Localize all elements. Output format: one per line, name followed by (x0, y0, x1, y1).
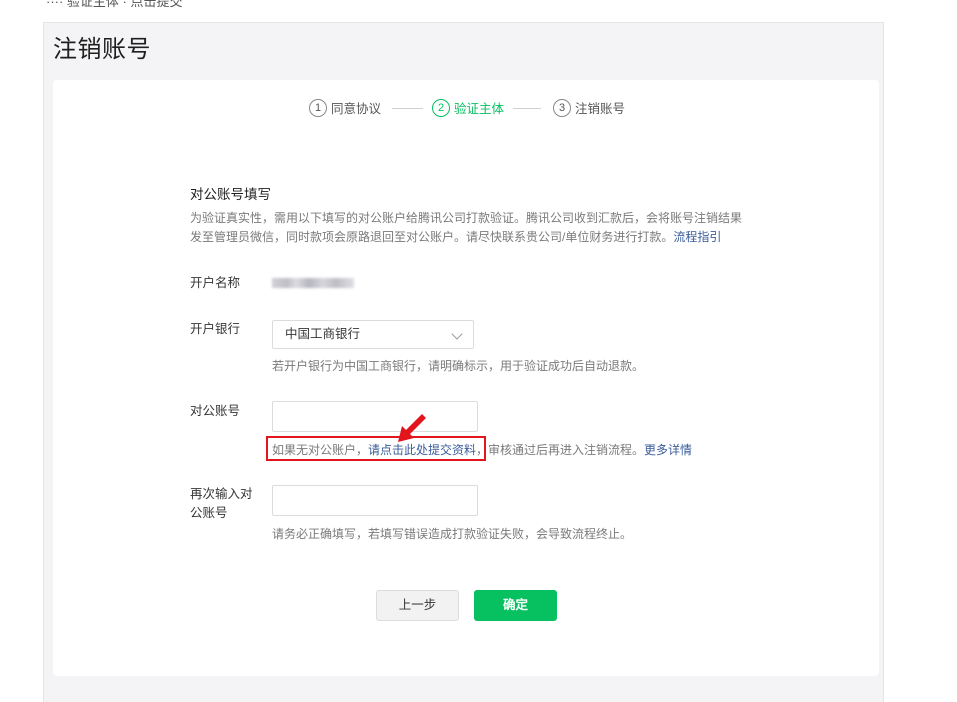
confirm-account-input[interactable] (272, 485, 478, 516)
step-label: 验证主体 (454, 102, 505, 116)
confirm-hint: 请务必正确填写，若填写错误造成打款验证失败，会导致流程终止。 (272, 527, 633, 541)
step-number: 3 (553, 98, 571, 117)
submit-materials-link[interactable]: 请点击此处提交资料 (368, 443, 476, 457)
account-number-label: 对公账号 (190, 404, 241, 418)
form-card (53, 80, 879, 676)
confirm-account-label-line2: 公账号 (190, 506, 228, 520)
account-name-value-blurred (272, 278, 354, 288)
step-number: 1 (309, 98, 327, 117)
confirm-button[interactable]: 确定 (474, 590, 557, 621)
bank-select[interactable]: 中国工商银行 (272, 320, 474, 349)
step-connector (513, 108, 541, 109)
confirm-account-label-line1: 再次输入对 (190, 487, 253, 501)
no-account-hint-suffix: ，审核通过后再进入注销流程。 (476, 443, 645, 457)
more-details-link[interactable]: 更多详情 (644, 443, 692, 457)
stepper: 1 同意协议 2 验证主体 3 注销账号 (0, 98, 957, 118)
bank-label: 开户银行 (190, 322, 241, 336)
cropped-breadcrumb: ···· 验证主体 · 点击提交 (46, 0, 183, 9)
section-description: 为验证真实性，需用以下填写的对公账户给腾讯公司打款验证。腾讯公司收到汇款后，会将… (190, 209, 750, 247)
no-account-hint-prefix: 如果无对公账户， (272, 443, 369, 457)
step-connector (392, 108, 423, 109)
step-label: 注销账号 (575, 102, 626, 116)
step-label: 同意协议 (331, 102, 382, 116)
account-name-label: 开户名称 (190, 276, 241, 290)
section-title: 对公账号填写 (190, 187, 271, 202)
confirm-account-label: 再次输入对 公账号 (190, 485, 253, 523)
chevron-down-icon (451, 328, 463, 340)
process-guide-link[interactable]: 流程指引 (673, 230, 721, 244)
page-title: 注销账号 (53, 36, 151, 63)
step-verify: 2 验证主体 (432, 98, 504, 117)
bank-select-value: 中国工商银行 (285, 327, 361, 341)
previous-step-button[interactable]: 上一步 (376, 590, 459, 621)
no-account-hint: 如果无对公账户，请点击此处提交资料，审核通过后再进入注销流程。更多详情 (272, 441, 692, 458)
account-number-input[interactable] (272, 401, 478, 432)
step-number: 2 (432, 98, 450, 117)
step-agree: 1 同意协议 (309, 98, 381, 117)
bank-hint: 若开户银行为中国工商银行，请明确标示，用于验证成功后自动退款。 (272, 359, 645, 373)
step-cancel: 3 注销账号 (553, 98, 625, 117)
description-text: 为验证真实性，需用以下填写的对公账户给腾讯公司打款验证。腾讯公司收到汇款后，会将… (190, 211, 743, 244)
